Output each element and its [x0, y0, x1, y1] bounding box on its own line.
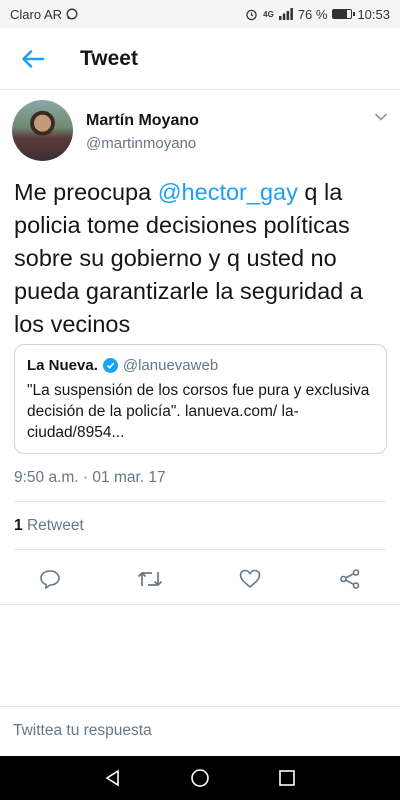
reply-button[interactable] — [35, 564, 65, 594]
retweet-count[interactable]: 1 Retweet — [14, 517, 84, 535]
battery-icon — [332, 9, 356, 19]
divider — [14, 501, 386, 502]
divider — [0, 604, 400, 605]
quoted-author-name: La Nueva. — [27, 357, 98, 374]
tweet-text: Me preocupa @hector_gay q la policia tom… — [14, 176, 390, 341]
quoted-tweet-header: La Nueva. @lanuevaweb — [27, 357, 374, 374]
system-nav-bar — [0, 756, 400, 800]
nav-back-button[interactable] — [93, 758, 133, 798]
tweet: Martín Moyano @martinmoyano Me preocupa … — [0, 90, 400, 605]
retweet-icon — [137, 571, 163, 587]
quoted-tweet-text: "La suspensión de los corsos fue pura y … — [27, 382, 370, 441]
arrow-left-icon — [22, 49, 45, 68]
clock: 10:53 — [357, 6, 390, 22]
retweet-button[interactable] — [135, 564, 165, 594]
like-icon — [239, 569, 261, 589]
alarm-icon — [246, 9, 257, 20]
reply-composer — [0, 706, 400, 756]
nav-home-button[interactable] — [180, 758, 220, 798]
network-label: 4G — [263, 9, 274, 19]
author-handle[interactable]: @martinmoyano — [86, 135, 196, 152]
reply-icon — [40, 570, 60, 589]
share-icon — [340, 569, 360, 589]
tweet-text-before: Me preocupa — [14, 179, 158, 205]
like-button[interactable] — [235, 564, 265, 594]
carrier-label: Claro AR — [10, 6, 63, 22]
back-button[interactable] — [0, 28, 66, 90]
quoted-tweet[interactable]: La Nueva. @lanuevaweb "La suspensión de … — [14, 344, 387, 454]
quoted-author-handle: @lanuevaweb — [122, 357, 219, 374]
triangle-back-icon — [105, 769, 120, 787]
retweet-count-label: Retweet — [26, 517, 84, 534]
page-title: Tweet — [80, 46, 138, 70]
status-bar: Claro AR 4G 76 % 10:53 — [0, 0, 400, 28]
whatsapp-icon — [66, 8, 78, 20]
author-name[interactable]: Martín Moyano — [86, 112, 199, 130]
tweet-actions — [0, 564, 400, 594]
tweet-header: Martín Moyano @martinmoyano — [0, 90, 400, 172]
avatar[interactable] — [12, 100, 73, 161]
chevron-down-icon[interactable] — [374, 112, 388, 122]
share-button[interactable] — [335, 564, 365, 594]
nav-recents-button[interactable] — [267, 758, 307, 798]
divider — [14, 549, 386, 550]
verified-badge-icon — [102, 358, 118, 373]
reply-input[interactable] — [13, 722, 383, 740]
square-recents-icon — [278, 770, 295, 786]
battery-fill — [333, 10, 348, 18]
mention-link[interactable]: @hector_gay — [158, 179, 298, 205]
app-bar: Tweet — [0, 28, 400, 90]
signal-icon — [278, 8, 293, 20]
tweet-timestamp: 9:50 a.m. · 01 mar. 17 — [14, 469, 166, 486]
circle-home-icon — [191, 769, 209, 787]
battery-percent: 76 % — [297, 6, 328, 22]
retweet-count-value: 1 — [14, 517, 23, 534]
